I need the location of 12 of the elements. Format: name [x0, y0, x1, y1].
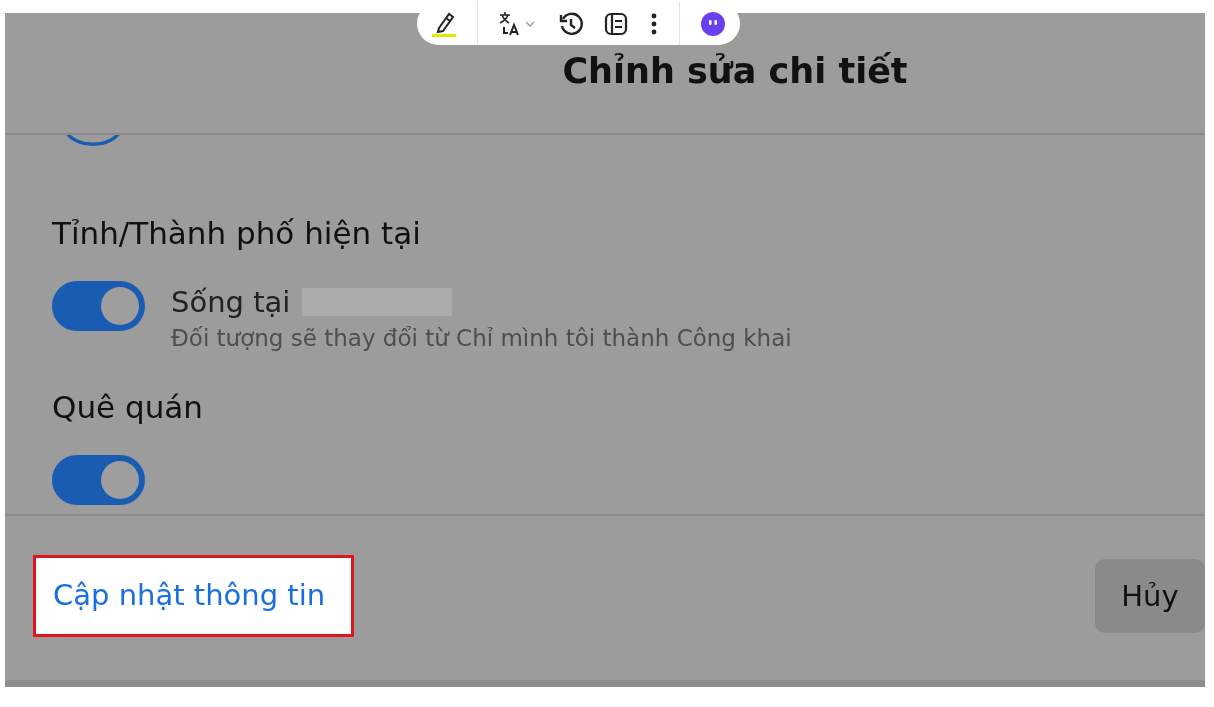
section-heading: Quê quán: [52, 389, 204, 425]
update-info-link[interactable]: Cập nhật thông tin: [33, 555, 355, 637]
history-icon[interactable]: [557, 10, 584, 37]
toggle-switch[interactable]: [52, 281, 145, 331]
toggle-note: Đối tượng sẽ thay đổi từ Chỉ mình tôi thành Công khai: [171, 325, 792, 351]
toggle-switch[interactable]: [52, 455, 145, 505]
section-heading: Tỉnh/Thành phố hiện tại: [52, 215, 422, 251]
dialog-title: Chỉnh sửa chi tiết: [561, 51, 908, 93]
reader-icon[interactable]: [603, 10, 630, 37]
cancel-button[interactable]: Hủy: [1095, 559, 1205, 633]
toggle-label: Sống tại: [171, 285, 291, 319]
assistant-icon[interactable]: [699, 10, 726, 37]
